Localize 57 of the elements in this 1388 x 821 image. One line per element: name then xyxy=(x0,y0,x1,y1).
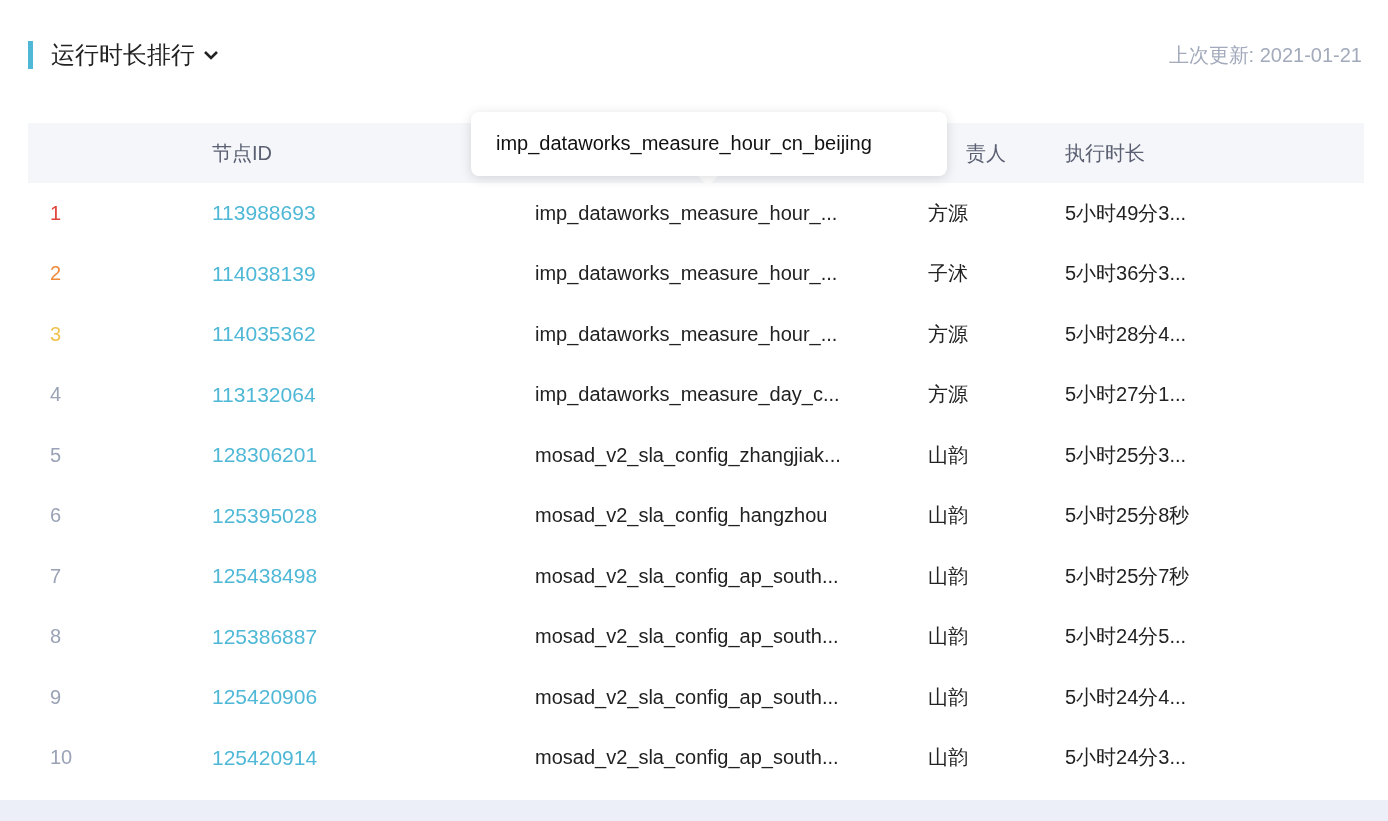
duration-cell: 5小时27分1... xyxy=(1065,383,1187,406)
owner-cell: 山韵 xyxy=(928,564,968,587)
rank-number: 6 xyxy=(50,504,62,527)
rank-number: 5 xyxy=(50,443,62,466)
node-id-link[interactable]: 125420914 xyxy=(212,745,318,769)
owner-cell: 子沭 xyxy=(928,262,968,285)
node-name-cell: mosad_v2_sla_config_ap_south... xyxy=(535,685,839,708)
owner-cell: 山韵 xyxy=(928,685,968,708)
duration-cell: 5小时25分7秒 xyxy=(1065,564,1190,587)
rank-number: 4 xyxy=(50,383,62,406)
owner-cell: 山韵 xyxy=(928,625,968,648)
node-id-link[interactable]: 125395028 xyxy=(212,503,318,527)
node-id-link[interactable]: 113988693 xyxy=(212,201,316,225)
rank-number: 3 xyxy=(50,322,62,345)
node-id-link[interactable]: 125420906 xyxy=(212,685,318,709)
node-name-cell: mosad_v2_sla_config_hangzhou xyxy=(535,504,828,527)
duration-cell: 5小时36分3... xyxy=(1065,262,1187,285)
duration-cell: 5小时28分4... xyxy=(1065,322,1187,345)
owner-cell: 方源 xyxy=(928,322,968,345)
tooltip: imp_dataworks_measure_hour_cn_beijing xyxy=(471,112,947,176)
panel-title: 运行时长排行 xyxy=(51,40,195,70)
rank-number: 2 xyxy=(50,262,62,285)
node-name-cell: mosad_v2_sla_config_ap_south... xyxy=(535,746,839,769)
node-id-link[interactable]: 114038139 xyxy=(212,261,316,285)
column-header: 责人 xyxy=(965,140,1007,166)
owner-cell: 方源 xyxy=(928,201,968,224)
rank-number: 9 xyxy=(50,685,62,708)
node-id-link[interactable]: 128306201 xyxy=(212,443,318,467)
owner-cell: 山韵 xyxy=(928,443,968,466)
rank-number: 7 xyxy=(50,564,62,587)
last-updated-text: 上次更新: 2021-01-21 xyxy=(1168,42,1362,68)
owner-cell: 山韵 xyxy=(928,504,968,527)
duration-cell: 5小时25分3... xyxy=(1065,443,1187,466)
duration-cell: 5小时24分5... xyxy=(1065,625,1187,648)
node-name-cell: mosad_v2_sla_config_ap_south... xyxy=(535,625,839,648)
node-id-link[interactable]: 125386887 xyxy=(212,624,318,648)
node-name-cell: imp_dataworks_measure_hour_... xyxy=(535,322,838,345)
node-name-cell: imp_dataworks_measure_day_c... xyxy=(535,383,840,406)
node-id-link[interactable]: 125438498 xyxy=(212,564,318,588)
node-name-cell: mosad_v2_sla_config_zhangjiak... xyxy=(535,443,841,466)
node-id-link[interactable]: 113132064 xyxy=(212,382,316,406)
rank-number: 1 xyxy=(50,201,62,224)
node-name-cell: mosad_v2_sla_config_ap_south... xyxy=(535,564,839,587)
duration-cell: 5小时24分4... xyxy=(1065,685,1187,708)
owner-cell: 方源 xyxy=(928,383,968,406)
chevron-down-icon[interactable] xyxy=(203,49,219,61)
accent-bar xyxy=(28,41,33,69)
duration-cell: 5小时25分8秒 xyxy=(1065,504,1190,527)
node-id-link[interactable]: 114035362 xyxy=(212,322,316,346)
duration-cell: 5小时24分3... xyxy=(1065,746,1187,769)
node-name-cell: imp_dataworks_measure_hour_... xyxy=(535,201,838,224)
duration-cell: 5小时49分3... xyxy=(1065,201,1187,224)
owner-cell: 山韵 xyxy=(928,746,968,769)
node-name-cell: imp_dataworks_measure_hour_... xyxy=(535,262,838,285)
rank-number: 10 xyxy=(50,746,73,769)
column-header: 执行时长 xyxy=(1065,140,1146,166)
rank-number: 8 xyxy=(50,625,62,648)
